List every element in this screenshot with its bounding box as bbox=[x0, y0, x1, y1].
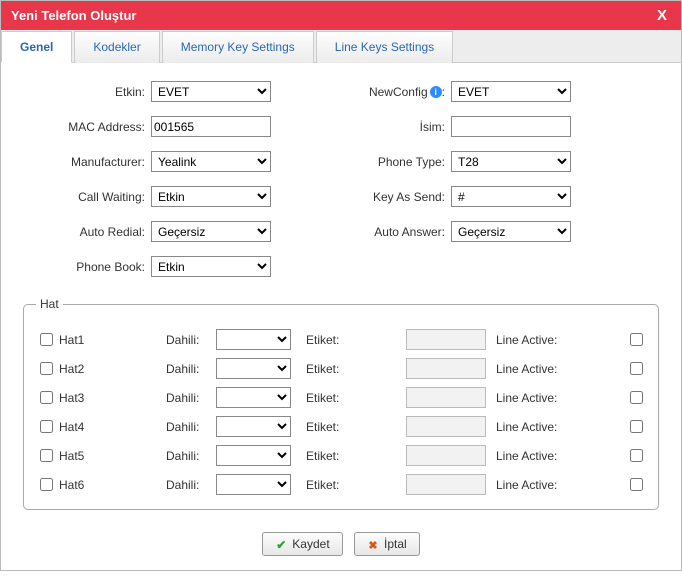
etiket-input[interactable] bbox=[406, 387, 486, 408]
etiket-label: Etiket: bbox=[306, 420, 406, 434]
hat-name: Hat5 bbox=[59, 449, 84, 463]
mac-input[interactable] bbox=[151, 116, 271, 137]
autoredial-select[interactable]: Geçersiz bbox=[151, 221, 271, 242]
dahili-select[interactable] bbox=[216, 416, 291, 437]
mac-label: MAC Address: bbox=[21, 120, 151, 134]
dahili-label: Dahili: bbox=[166, 420, 216, 434]
dahili-select[interactable] bbox=[216, 329, 291, 350]
isim-label: İsim: bbox=[341, 120, 451, 134]
lineactive-label: Line Active: bbox=[496, 420, 626, 434]
etiket-input[interactable] bbox=[406, 474, 486, 495]
etiket-label: Etiket: bbox=[306, 362, 406, 376]
check-icon bbox=[275, 538, 287, 550]
etiket-label: Etiket: bbox=[306, 478, 406, 492]
lineactive-checkbox[interactable] bbox=[630, 420, 643, 433]
hat-enable-checkbox[interactable] bbox=[40, 391, 53, 404]
newconfig-select[interactable]: EVET bbox=[451, 81, 571, 102]
hat-row: Hat4 Dahili: Etiket: Line Active: bbox=[36, 416, 646, 437]
lineactive-label: Line Active: bbox=[496, 391, 626, 405]
x-icon bbox=[367, 538, 379, 550]
save-button[interactable]: Kaydet bbox=[262, 532, 342, 556]
save-button-label: Kaydet bbox=[292, 537, 329, 551]
dahili-label: Dahili: bbox=[166, 449, 216, 463]
dahili-label: Dahili: bbox=[166, 362, 216, 376]
info-icon[interactable]: i bbox=[430, 86, 442, 98]
dialog: Yeni Telefon Oluştur X Genel Kodekler Me… bbox=[0, 0, 682, 571]
etiket-label: Etiket: bbox=[306, 449, 406, 463]
hat-enable-checkbox[interactable] bbox=[40, 449, 53, 462]
etiket-input[interactable] bbox=[406, 358, 486, 379]
dahili-select[interactable] bbox=[216, 387, 291, 408]
etkin-select[interactable]: EVET bbox=[151, 81, 271, 102]
tab-line-keys-settings[interactable]: Line Keys Settings bbox=[316, 31, 453, 63]
hat-name: Hat4 bbox=[59, 420, 84, 434]
hat-row: Hat1 Dahili: Etiket: Line Active: bbox=[36, 329, 646, 350]
etiket-label: Etiket: bbox=[306, 391, 406, 405]
autoanswer-select[interactable]: Geçersiz bbox=[451, 221, 571, 242]
autoanswer-label: Auto Answer: bbox=[341, 225, 451, 239]
button-bar: Kaydet İptal bbox=[1, 520, 681, 570]
hat-row: Hat3 Dahili: Etiket: Line Active: bbox=[36, 387, 646, 408]
dahili-label: Dahili: bbox=[166, 391, 216, 405]
newconfig-label: NewConfigi: bbox=[341, 85, 451, 99]
phonebook-select[interactable]: Etkin bbox=[151, 256, 271, 277]
etiket-input[interactable] bbox=[406, 329, 486, 350]
dahili-label: Dahili: bbox=[166, 478, 216, 492]
manufacturer-select[interactable]: Yealink bbox=[151, 151, 271, 172]
hat-name: Hat6 bbox=[59, 478, 84, 492]
phonetype-label: Phone Type: bbox=[341, 155, 451, 169]
etkin-label: Etkin: bbox=[21, 85, 151, 99]
hat-row: Hat2 Dahili: Etiket: Line Active: bbox=[36, 358, 646, 379]
autoredial-label: Auto Redial: bbox=[21, 225, 151, 239]
lineactive-checkbox[interactable] bbox=[630, 362, 643, 375]
callwaiting-select[interactable]: Etkin bbox=[151, 186, 271, 207]
dahili-select[interactable] bbox=[216, 358, 291, 379]
isim-input[interactable] bbox=[451, 116, 571, 137]
manufacturer-label: Manufacturer: bbox=[21, 155, 151, 169]
cancel-button[interactable]: İptal bbox=[354, 532, 420, 556]
dialog-title: Yeni Telefon Oluştur bbox=[11, 8, 136, 23]
hat-enable-checkbox[interactable] bbox=[40, 333, 53, 346]
etiket-label: Etiket: bbox=[306, 333, 406, 347]
hat-row: Hat5 Dahili: Etiket: Line Active: bbox=[36, 445, 646, 466]
etiket-input[interactable] bbox=[406, 445, 486, 466]
cancel-button-label: İptal bbox=[384, 537, 407, 551]
title-bar: Yeni Telefon Oluştur X bbox=[1, 1, 681, 30]
lineactive-checkbox[interactable] bbox=[630, 449, 643, 462]
etiket-input[interactable] bbox=[406, 416, 486, 437]
hat-name: Hat1 bbox=[59, 333, 84, 347]
dahili-select[interactable] bbox=[216, 474, 291, 495]
hat-enable-checkbox[interactable] bbox=[40, 420, 53, 433]
tab-bar: Genel Kodekler Memory Key Settings Line … bbox=[1, 30, 681, 63]
hat-name: Hat2 bbox=[59, 362, 84, 376]
keyassend-select[interactable]: # bbox=[451, 186, 571, 207]
tab-kodekler[interactable]: Kodekler bbox=[74, 31, 159, 63]
hat-fieldset: Hat Hat1 Dahili: Etiket: Line Active: Hat2 Da… bbox=[23, 297, 659, 510]
lineactive-checkbox[interactable] bbox=[630, 391, 643, 404]
lineactive-label: Line Active: bbox=[496, 362, 626, 376]
lineactive-label: Line Active: bbox=[496, 333, 626, 347]
lineactive-checkbox[interactable] bbox=[630, 478, 643, 491]
dahili-select[interactable] bbox=[216, 445, 291, 466]
dahili-label: Dahili: bbox=[166, 333, 216, 347]
tab-genel[interactable]: Genel bbox=[1, 31, 72, 63]
tab-content: Etkin: EVET NewConfigi: EVET MAC Address… bbox=[1, 63, 681, 520]
hat-enable-checkbox[interactable] bbox=[40, 478, 53, 491]
tab-memory-key-settings[interactable]: Memory Key Settings bbox=[162, 31, 314, 63]
lineactive-label: Line Active: bbox=[496, 449, 626, 463]
lineactive-checkbox[interactable] bbox=[630, 333, 643, 346]
callwaiting-label: Call Waiting: bbox=[21, 190, 151, 204]
close-button[interactable]: X bbox=[653, 7, 671, 24]
hat-enable-checkbox[interactable] bbox=[40, 362, 53, 375]
lineactive-label: Line Active: bbox=[496, 478, 626, 492]
phonetype-select[interactable]: T28 bbox=[451, 151, 571, 172]
keyassend-label: Key As Send: bbox=[341, 190, 451, 204]
hat-legend: Hat bbox=[36, 297, 63, 311]
hat-name: Hat3 bbox=[59, 391, 84, 405]
phonebook-label: Phone Book: bbox=[21, 260, 151, 274]
form-grid: Etkin: EVET NewConfigi: EVET MAC Address… bbox=[21, 81, 661, 277]
hat-row: Hat6 Dahili: Etiket: Line Active: bbox=[36, 474, 646, 495]
